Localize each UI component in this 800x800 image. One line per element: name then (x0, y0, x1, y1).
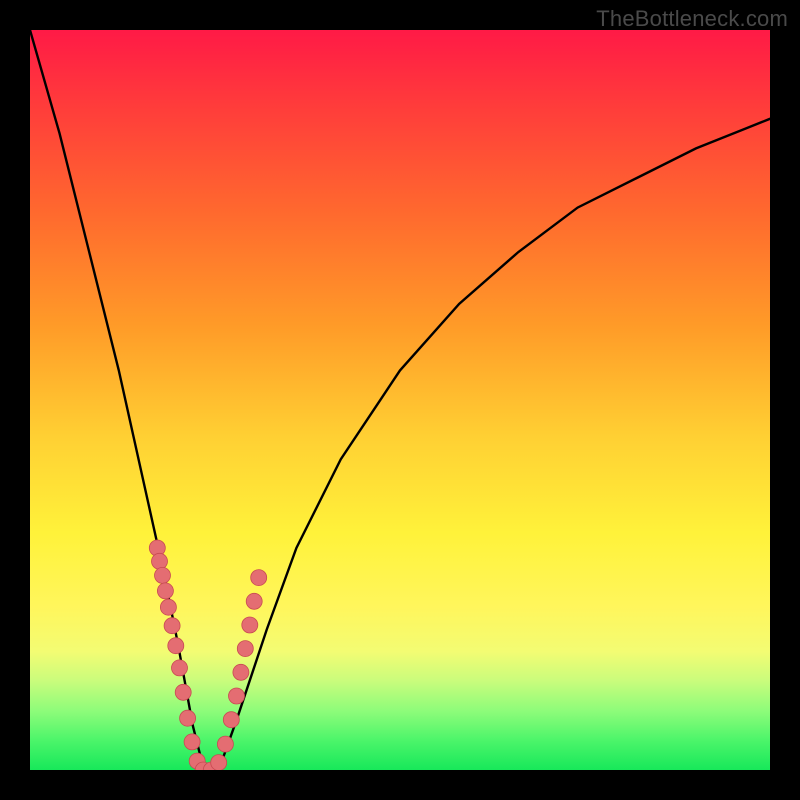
marker-dot (168, 638, 184, 654)
chart-svg (30, 30, 770, 770)
bottleneck-curve (30, 30, 770, 770)
marker-dot (175, 684, 191, 700)
marker-dot (233, 664, 249, 680)
marker-dot (246, 593, 262, 609)
marker-dot (251, 570, 267, 586)
marker-dot (155, 567, 171, 583)
marker-dot (211, 755, 227, 770)
marker-dot (184, 734, 200, 750)
marker-dot (172, 660, 188, 676)
marker-dot (217, 736, 233, 752)
marker-dot (223, 712, 239, 728)
marker-dot (237, 641, 253, 657)
plot-area (30, 30, 770, 770)
marker-dot (229, 688, 245, 704)
marker-dot (152, 553, 168, 569)
marker-dot (157, 583, 173, 599)
marker-points (149, 540, 266, 770)
watermark-text: TheBottleneck.com (596, 6, 788, 32)
marker-dot (242, 617, 258, 633)
marker-dot (160, 599, 176, 615)
marker-dot (164, 618, 180, 634)
marker-dot (180, 710, 196, 726)
chart-frame: TheBottleneck.com (0, 0, 800, 800)
